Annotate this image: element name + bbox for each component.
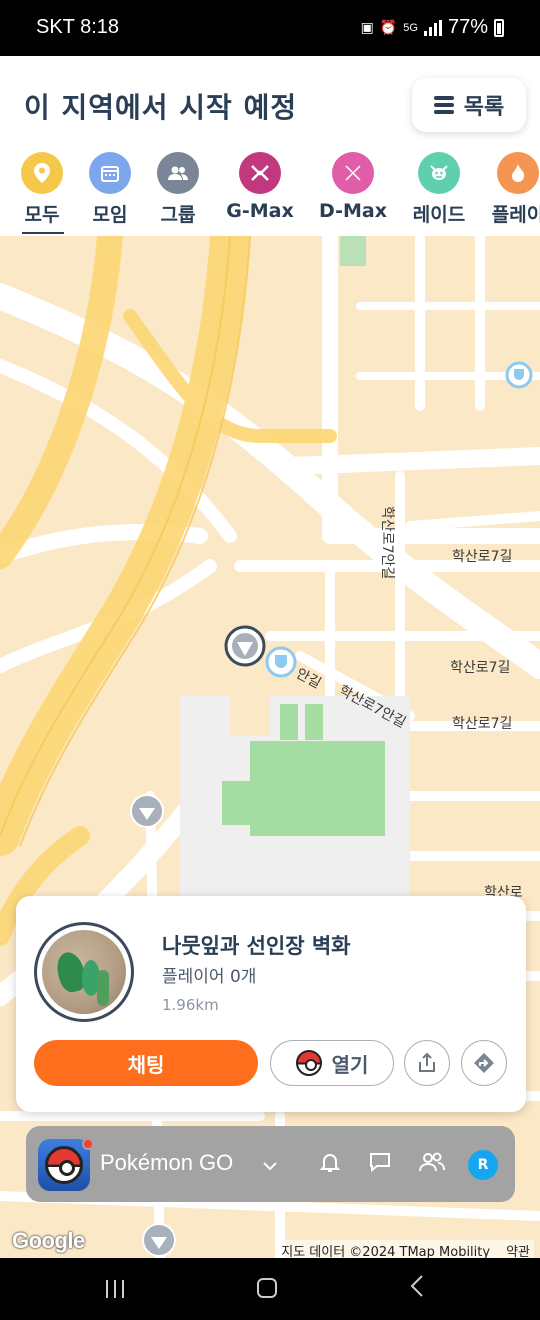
battery-icon <box>494 18 504 37</box>
category-label: D-Max <box>319 200 387 222</box>
carrier-time: SKT 8:18 <box>36 16 120 38</box>
flame-icon <box>497 152 539 194</box>
dmax-icon <box>332 152 374 194</box>
share-icon <box>419 1052 435 1072</box>
calendar-icon <box>89 152 131 194</box>
group-icon <box>157 152 199 194</box>
category-label: 모임 <box>92 204 128 226</box>
location-thumbnail <box>34 922 134 1022</box>
pokeball-icon <box>45 1146 83 1184</box>
header: 이 지역에서 시작 예정 목록 모두 모임 그룹 G-Max D-Max 레이드… <box>0 56 540 236</box>
avatar[interactable]: R <box>468 1150 498 1180</box>
network-type: 5G <box>403 21 418 34</box>
category-tabs: 모두 모임 그룹 G-Max D-Max 레이드 플레이 <box>0 152 540 236</box>
location-pin-icon <box>21 152 63 194</box>
category-label: 플레이 <box>491 204 540 226</box>
chevron-down-icon[interactable] <box>262 1156 278 1175</box>
chat-icon[interactable] <box>368 1150 392 1180</box>
category-raid[interactable]: 레이드 <box>399 152 479 227</box>
open-button[interactable]: 열기 <box>270 1040 394 1086</box>
directions-button[interactable] <box>461 1040 507 1086</box>
gym-pin <box>224 625 266 667</box>
nfc-icon: ▣ <box>360 19 374 35</box>
share-button[interactable] <box>404 1040 450 1086</box>
chat-button[interactable]: 채팅 <box>34 1040 258 1086</box>
location-name: 나뭇잎과 선인장 벽화 <box>162 934 351 958</box>
notification-dot <box>82 1138 94 1150</box>
category-label: G-Max <box>226 200 294 222</box>
category-label: 그룹 <box>160 204 196 226</box>
status-icons: ▣ ⏰ 5G 77% <box>361 16 504 39</box>
status-bar: SKT 8:18 ▣ ⏰ 5G 77% <box>0 0 540 56</box>
friends-icon[interactable] <box>418 1150 446 1180</box>
category-dmax[interactable]: D-Max <box>313 152 393 222</box>
category-label: 레이드 <box>412 204 466 226</box>
home-icon[interactable] <box>257 1278 277 1298</box>
back-icon[interactable] <box>410 1274 424 1304</box>
game-name[interactable]: Pokémon GO <box>100 1150 233 1176</box>
bell-icon[interactable] <box>318 1150 342 1180</box>
gym-pin-small-2 <box>142 1223 176 1257</box>
distance: 1.96km <box>162 996 219 1014</box>
category-play[interactable]: 플레이 <box>478 152 540 227</box>
pokestop-pin-2 <box>505 361 533 389</box>
gmax-icon <box>239 152 281 194</box>
location-card[interactable]: 나뭇잎과 선인장 벽화 플레이어 0개 1.96km 채팅 열기 <box>16 896 526 1112</box>
page-title: 이 지역에서 시작 예정 <box>24 91 298 124</box>
list-button-label: 목록 <box>463 95 505 120</box>
battery-percent: 77% <box>447 16 488 38</box>
category-label: 모두 <box>24 204 60 226</box>
alarm-icon: ⏰ <box>379 19 398 35</box>
list-icon <box>433 96 454 114</box>
open-button-label: 열기 <box>331 1052 369 1077</box>
raid-boss-icon <box>418 152 460 194</box>
street-label: 학산로7길 <box>452 549 513 565</box>
google-logo: Google <box>12 1228 85 1253</box>
game-selector-bar[interactable]: Pokémon GO R <box>26 1126 515 1202</box>
directions-icon <box>474 1053 494 1073</box>
gym-pin-small <box>130 794 164 828</box>
street-label: 학산로7길 <box>450 660 511 676</box>
player-count: 플레이어 0개 <box>162 967 257 987</box>
pokeball-icon <box>295 1050 322 1076</box>
street-label: 학산로7길 <box>452 716 513 732</box>
category-gmax[interactable]: G-Max <box>220 152 300 222</box>
recent-apps-icon[interactable] <box>106 1280 124 1298</box>
pokestop-pin-1 <box>265 646 297 678</box>
category-group[interactable]: 그룹 <box>138 152 218 227</box>
street-label: 학산로7안길 <box>379 506 395 580</box>
system-nav-bar <box>0 1258 540 1320</box>
list-button[interactable]: 목록 <box>412 78 526 132</box>
signal-icon <box>423 19 442 36</box>
